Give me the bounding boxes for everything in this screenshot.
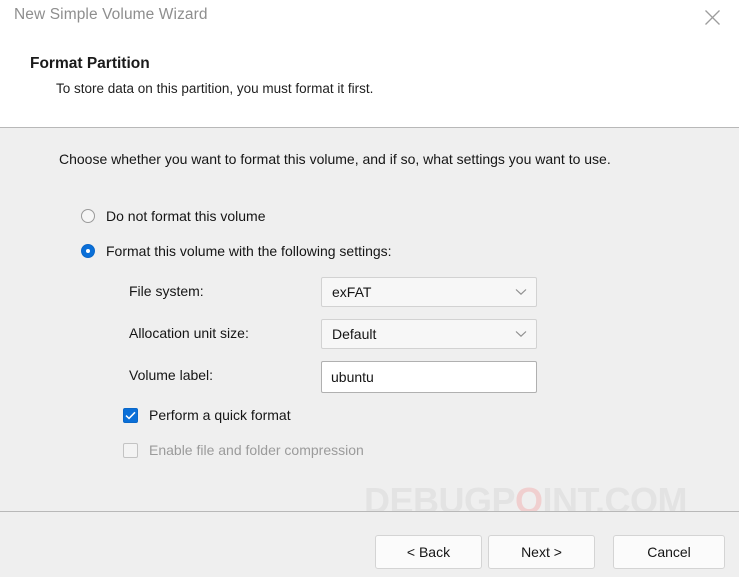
checkbox-checked-icon	[123, 408, 138, 423]
allocation-unit-size-label: Allocation unit size:	[129, 325, 249, 341]
radio-off-icon	[81, 209, 95, 223]
file-system-label: File system:	[129, 283, 204, 299]
chevron-down-icon	[515, 330, 527, 338]
radio-do-not-format-label: Do not format this volume	[106, 208, 266, 224]
allocation-unit-size-combobox[interactable]: Default	[321, 319, 537, 349]
radio-format-volume-label: Format this volume with the following se…	[106, 243, 392, 259]
back-button[interactable]: < Back	[375, 535, 482, 569]
next-button[interactable]: Next >	[488, 535, 595, 569]
volume-label-value: ubuntu	[331, 369, 374, 385]
file-system-value: exFAT	[332, 284, 371, 300]
file-system-combobox[interactable]: exFAT	[321, 277, 537, 307]
radio-on-icon	[81, 244, 95, 258]
new-simple-volume-wizard-dialog: New Simple Volume Wizard Format Partitio…	[0, 0, 739, 577]
dialog-body: Choose whether you want to format this v…	[0, 129, 739, 512]
checkbox-file-folder-compression: Enable file and folder compression	[123, 442, 364, 458]
header-band: Format Partition To store data on this p…	[0, 36, 739, 128]
checkbox-file-folder-compression-label: Enable file and folder compression	[149, 442, 364, 458]
radio-do-not-format[interactable]: Do not format this volume	[81, 208, 266, 224]
title-bar: New Simple Volume Wizard	[0, 0, 739, 36]
page-title: Format Partition	[30, 55, 150, 73]
volume-label-input[interactable]: ubuntu	[321, 361, 537, 393]
volume-label-label: Volume label:	[129, 367, 213, 383]
page-subtitle: To store data on this partition, you mus…	[56, 81, 373, 96]
allocation-unit-size-value: Default	[332, 326, 376, 342]
header-separator	[0, 127, 739, 128]
close-button[interactable]	[693, 2, 731, 32]
checkbox-unchecked-icon	[123, 443, 138, 458]
checkbox-quick-format-label: Perform a quick format	[149, 407, 291, 423]
radio-format-volume[interactable]: Format this volume with the following se…	[81, 243, 392, 259]
footer-bar: < Back Next > Cancel	[0, 512, 739, 577]
cancel-button[interactable]: Cancel	[613, 535, 725, 569]
close-icon	[704, 9, 721, 26]
window-title: New Simple Volume Wizard	[14, 6, 208, 24]
chevron-down-icon	[515, 288, 527, 296]
checkbox-quick-format[interactable]: Perform a quick format	[123, 407, 291, 423]
intro-text: Choose whether you want to format this v…	[59, 151, 611, 167]
